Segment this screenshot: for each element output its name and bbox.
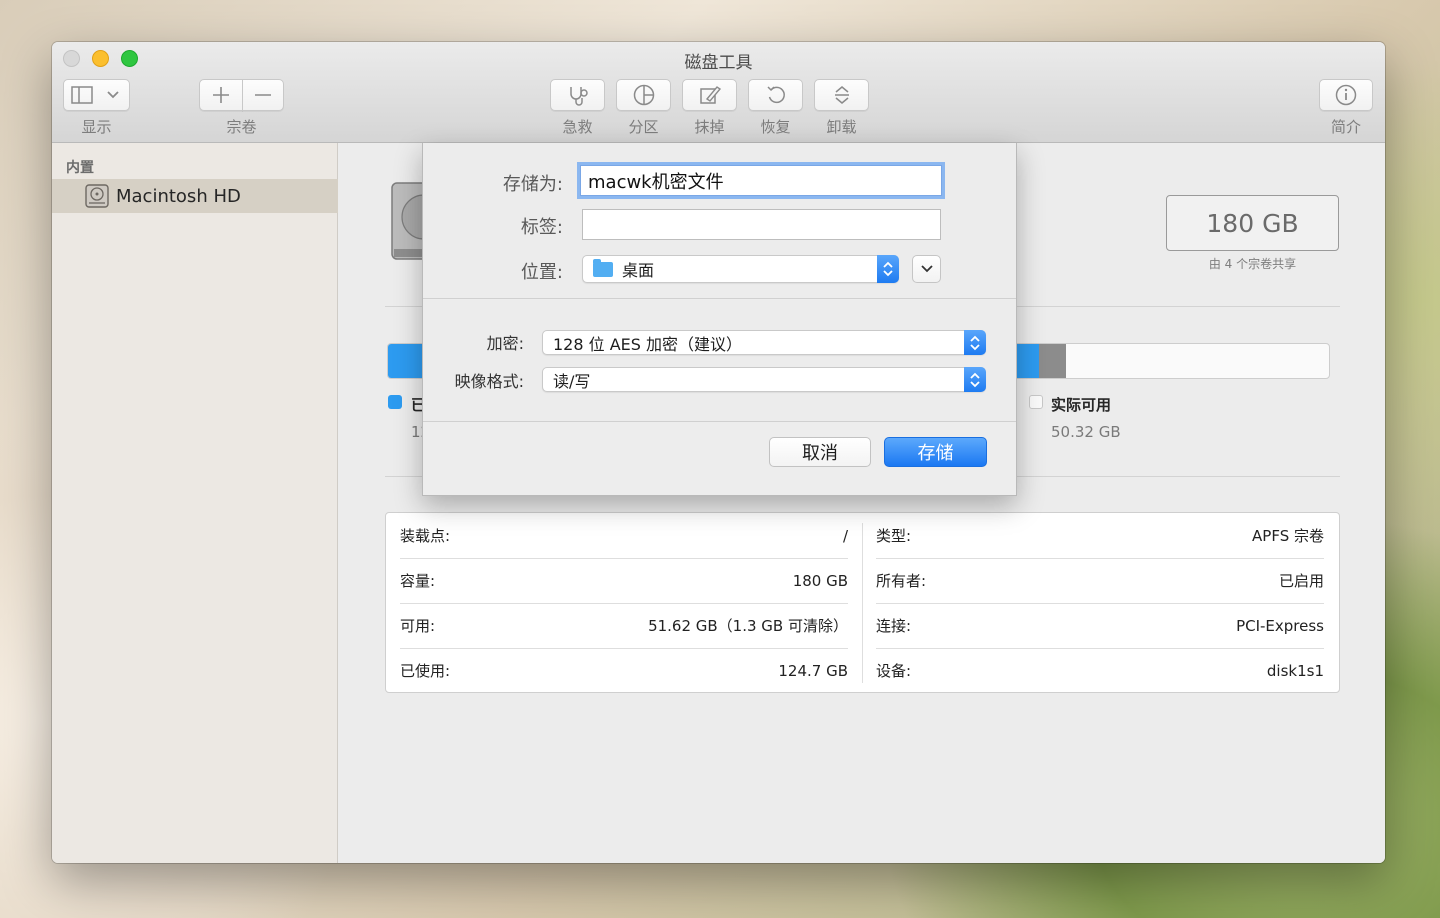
info-label: 连接: <box>876 617 912 635</box>
folder-icon <box>593 258 613 277</box>
info-label: 可用: <box>400 617 436 635</box>
info-row-mount-point: 装载点: / <box>400 513 848 558</box>
info-row-used: 已使用: 124.7 GB <box>400 648 848 693</box>
expand-dialog-button[interactable] <box>912 255 941 283</box>
restore-button[interactable] <box>748 79 803 111</box>
remove-volume-button[interactable] <box>242 79 284 111</box>
erase-button[interactable] <box>682 79 737 111</box>
toolbar: 磁盘工具 显示 宗卷 急救 分区 抹掉 恢复 卸载 简介 <box>52 42 1385 143</box>
save-image-sheet: 存储为: macwk机密文件 标签: 位置: 桌面 加密: 128 位 AES … <box>422 143 1017 496</box>
unmount-icon <box>834 86 849 104</box>
info-value: / <box>842 526 848 545</box>
image-format-popup[interactable]: 读/写 <box>542 367 986 392</box>
info-value: 已启用 <box>1278 572 1324 590</box>
legend-free-value: 50.32 GB <box>1051 423 1121 441</box>
partition-button[interactable] <box>616 79 671 111</box>
sidebar-item-label: Macintosh HD <box>116 185 241 207</box>
location-label: 位置: <box>520 262 563 283</box>
image-format-value: 读/写 <box>553 371 591 391</box>
info-label: 简介 <box>1330 118 1361 136</box>
partition-label: 分区 <box>628 118 659 136</box>
chevron-up-down-icon <box>964 367 986 392</box>
location-value: 桌面 <box>622 261 655 280</box>
save-button[interactable]: 存储 <box>884 437 987 467</box>
save-as-value: macwk机密文件 <box>588 171 724 193</box>
sidebar-toggle-icon <box>70 86 119 104</box>
restore-label: 恢复 <box>760 118 791 136</box>
unmount-button[interactable] <box>814 79 869 111</box>
save-as-field[interactable]: macwk机密文件 <box>580 165 942 196</box>
hard-disk-icon <box>85 184 109 208</box>
sidebar: 内置 Macintosh HD <box>52 143 338 863</box>
minus-icon <box>255 94 271 96</box>
info-label: 所有者: <box>876 572 927 590</box>
row-divider <box>876 648 1324 649</box>
info-label: 设备: <box>876 662 912 680</box>
restore-icon <box>766 86 785 104</box>
erase-label: 抹掉 <box>694 118 725 136</box>
capacity-badge: 180 GB <box>1166 195 1339 251</box>
erase-icon <box>699 86 721 104</box>
info-value: disk1s1 <box>1266 661 1324 680</box>
volume-info-table: 装载点: / 容量: 180 GB 可用: 51.62 GB（1.3 GB 可清… <box>385 512 1340 693</box>
image-format-label: 映像格式: <box>454 372 524 391</box>
window-title: 磁盘工具 <box>684 53 753 73</box>
info-value: PCI-Express <box>1236 616 1324 635</box>
location-popup[interactable]: 桌面 <box>582 255 899 283</box>
info-label: 已使用: <box>400 662 451 680</box>
legend-free-swatch <box>1029 395 1043 409</box>
tags-label: 标签: <box>520 217 563 238</box>
row-divider <box>876 558 1324 559</box>
row-divider <box>400 603 848 604</box>
column-divider <box>862 523 863 683</box>
save-location-section: 存储为: macwk机密文件 标签: 位置: 桌面 <box>423 143 1016 299</box>
save-as-label: 存储为: <box>502 174 563 195</box>
usage-purgeable-segment <box>1039 344 1067 378</box>
encryption-label: 加密: <box>486 334 524 353</box>
info-button[interactable] <box>1319 79 1373 111</box>
view-label: 显示 <box>81 118 112 136</box>
unmount-label: 卸载 <box>826 118 857 136</box>
info-row-capacity: 容量: 180 GB <box>400 558 848 603</box>
disk-utility-window: 磁盘工具 显示 宗卷 急救 分区 抹掉 恢复 卸载 简介 内置 Macintos… <box>52 42 1385 863</box>
info-label: 类型: <box>876 527 912 545</box>
add-volume-button[interactable] <box>199 79 243 111</box>
row-divider <box>876 603 1324 604</box>
partition-icon <box>633 84 654 106</box>
info-row-available: 可用: 51.62 GB（1.3 GB 可清除） <box>400 603 848 648</box>
shared-volumes-note: 由 4 个宗卷共享 <box>1208 257 1297 271</box>
info-label: 容量: <box>400 572 436 590</box>
sidebar-section-internal: 内置 <box>66 160 94 176</box>
info-value: APFS 宗卷 <box>1252 527 1324 545</box>
first-aid-button[interactable] <box>550 79 605 111</box>
tags-field[interactable] <box>582 209 941 240</box>
info-value: 180 GB <box>792 571 848 590</box>
encryption-popup[interactable]: 128 位 AES 加密（建议） <box>542 330 986 355</box>
chevron-up-down-icon <box>877 255 899 283</box>
info-row-connection: 连接: PCI-Express <box>876 603 1324 648</box>
plus-icon <box>213 87 229 103</box>
cancel-button[interactable]: 取消 <box>769 437 871 467</box>
chevron-up-down-icon <box>964 330 986 355</box>
info-label: 装载点: <box>400 527 451 545</box>
info-row-owners: 所有者: 已启用 <box>876 558 1324 603</box>
row-divider <box>400 648 848 649</box>
info-row-type: 类型: APFS 宗卷 <box>876 513 1324 558</box>
info-value: 124.7 GB <box>778 661 848 680</box>
row-divider <box>400 558 848 559</box>
legend-free-title: 实际可用 <box>1051 396 1112 414</box>
info-icon <box>1335 84 1357 106</box>
stethoscope-icon <box>569 87 588 106</box>
view-button[interactable] <box>63 79 130 111</box>
image-options-section: 加密: 128 位 AES 加密（建议） 映像格式: 读/写 <box>423 300 1016 422</box>
chevron-down-icon <box>920 265 933 273</box>
sidebar-item-macintosh-hd[interactable]: Macintosh HD <box>52 179 338 213</box>
info-value: 51.62 GB（1.3 GB 可清除） <box>648 617 848 635</box>
encryption-value: 128 位 AES 加密（建议） <box>553 334 743 354</box>
first-aid-label: 急救 <box>562 118 593 136</box>
volume-label: 宗卷 <box>226 118 257 136</box>
info-row-device: 设备: disk1s1 <box>876 648 1324 693</box>
legend-used-swatch <box>388 395 402 409</box>
